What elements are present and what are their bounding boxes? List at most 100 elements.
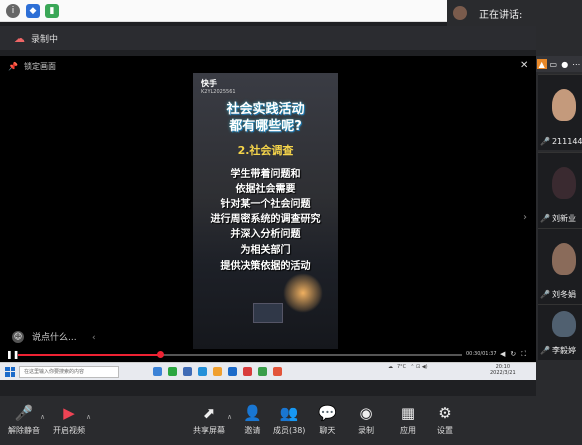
video-body-line: 针对某一个社会问题 [220,199,311,210]
apps-label: 应用 [400,426,416,435]
video-button[interactable]: ▶ 开启视频 [53,404,85,436]
participant-name: 2111441 [551,137,582,146]
participant-name: 李毅婷 [551,346,576,355]
chat-label: 聊天 [319,426,336,435]
player-controls: ◀ ↻ ⛶ [500,350,526,359]
taskbar-search[interactable]: 在这里输入你要搜索的内容 [19,365,119,378]
app-icon[interactable] [258,367,267,376]
video-account-id: K2YL2025561 [201,89,236,95]
participant-tile[interactable]: 🎤 刘冬娟 [538,228,582,304]
participant-tile[interactable]: 🎤2111441 [538,74,582,150]
mic-muted-icon: 🎤 [540,346,550,355]
mic-muted-icon: 🎤 [540,137,550,146]
pin-icon: 📌 [8,62,18,71]
app-icon[interactable] [198,367,207,376]
share-label: 共享屏幕 [193,426,225,435]
settings-button[interactable]: ⚙ 设置 [437,404,453,436]
app-icon[interactable] [243,367,252,376]
progress-fill [18,354,161,356]
participant-video [552,89,576,121]
video-body-line: 提供决策依据的活动 [220,261,311,272]
chevron-up-icon[interactable]: ∧ [227,413,232,421]
chat-icon: 💬 [318,404,337,422]
members-button[interactable]: 👥 成员(38) [273,404,305,436]
video-progress-bar[interactable] [18,351,462,358]
mic-muted-icon: 🎤 [540,290,550,299]
app-icon[interactable] [183,367,192,376]
app-icon[interactable] [153,367,162,376]
pin-view-button[interactable]: 📌 锁定画面 [8,61,56,72]
mute-label: 解除静音 [8,426,40,435]
chevron-right-icon[interactable]: › [523,212,527,223]
more-icon[interactable]: ⋯ [571,59,581,69]
speaker-avatar [453,6,467,20]
video-platform-logo: 快手 [201,79,217,88]
signal-icon[interactable]: ▮ [45,4,59,18]
close-icon[interactable]: ✕ [520,60,528,71]
record-icon: ◉ [359,404,373,422]
video-frame[interactable]: 快手 K2YL2025561 社会实践活动 都有哪些呢? 2.社会调查 学生带着… [193,73,338,349]
members-label: 成员(38) [273,426,306,435]
fullscreen-icon[interactable]: ⛶ [521,350,526,359]
app-icon[interactable] [273,367,282,376]
weather-temp: 7°C [397,364,407,370]
invite-button[interactable]: 👤 邀请 [243,404,262,436]
settings-label: 设置 [437,426,453,435]
participant-video [552,243,576,275]
video-body-line: 为相关部门 [240,245,291,256]
refresh-icon[interactable]: ↻ [510,350,516,359]
sidebar-tools: ▲ ▭ ● ⋯ [536,56,582,72]
apps-button[interactable]: ▦ 应用 [400,404,416,436]
app-icon[interactable] [228,367,237,376]
gear-icon: ⚙ [438,404,452,422]
chevron-up-icon[interactable]: ∧ [40,413,45,421]
info-icon[interactable]: i [6,4,20,18]
active-speaker-banner: 正在讲话: [447,0,582,26]
person-icon[interactable]: ▲ [536,59,547,69]
mic-icon[interactable]: ● [560,59,570,69]
app-icon[interactable] [168,367,177,376]
video-label: 开启视频 [53,426,85,435]
video-body-line: 进行周密系统的调查研究 [210,214,321,225]
members-icon: 👥 [279,404,299,422]
record-button[interactable]: ◉ 录制 [358,404,374,436]
emoji-icon[interactable]: ☺ [12,330,24,343]
pin-label: 锁定画面 [23,62,56,71]
share-screen-button[interactable]: ⬈ 共享屏幕 [193,404,225,436]
participant-tile[interactable]: 🎤 刘新业 [538,152,582,228]
clock-date: 2022/3/21 [490,370,516,376]
participant-video [552,167,576,199]
comment-input[interactable]: ☺ 说点什么... [12,330,77,343]
mic-muted-icon: 🎤 [540,214,550,223]
windows-start-icon[interactable] [5,366,15,377]
video-body-line: 学生带着问题和 [230,169,301,180]
video-subtitle: 2.社会调查 [237,144,294,157]
cloud-record-icon: ☁ [14,31,25,45]
tray-icons[interactable]: ⌃ ⊡ ◀) [410,364,427,370]
chevron-left-icon[interactable]: ‹ [92,333,96,343]
invite-label: 邀请 [244,426,261,435]
comment-placeholder: 说点什么... [32,333,77,343]
taskbar-clock[interactable]: 20:10 2022/3/21 [490,364,516,376]
speaking-label: 正在讲话: [479,9,523,21]
mute-button[interactable]: 🎤 解除静音 [8,404,40,436]
participant-name: 刘新业 [551,214,576,223]
screen-icon[interactable]: ▭ [548,59,558,69]
volume-icon[interactable]: ◀ [500,350,505,359]
monitor-illustration [253,303,283,323]
windows-taskbar: 在这里输入你要搜索的内容 [0,362,536,380]
app-icon[interactable] [213,367,222,376]
chevron-up-icon[interactable]: ∧ [86,413,91,421]
shield-icon[interactable]: ◆ [26,4,40,18]
video-title-line2: 都有哪些呢? [229,119,302,134]
share-screen-icon: ⬈ [202,404,216,422]
system-tray: ☁ 7°C ⌃ ⊡ ◀) [388,364,428,370]
video-body-line: 依据社会需要 [235,184,296,195]
record-label: 录制 [358,426,374,435]
lamp-glow [283,273,323,313]
chat-button[interactable]: 💬 聊天 [318,404,337,436]
participant-tile[interactable]: 🎤 李毅婷 [538,304,582,360]
participant-video [552,311,576,337]
camera-off-icon: ▶ [63,404,75,422]
taskbar-apps [153,367,282,376]
